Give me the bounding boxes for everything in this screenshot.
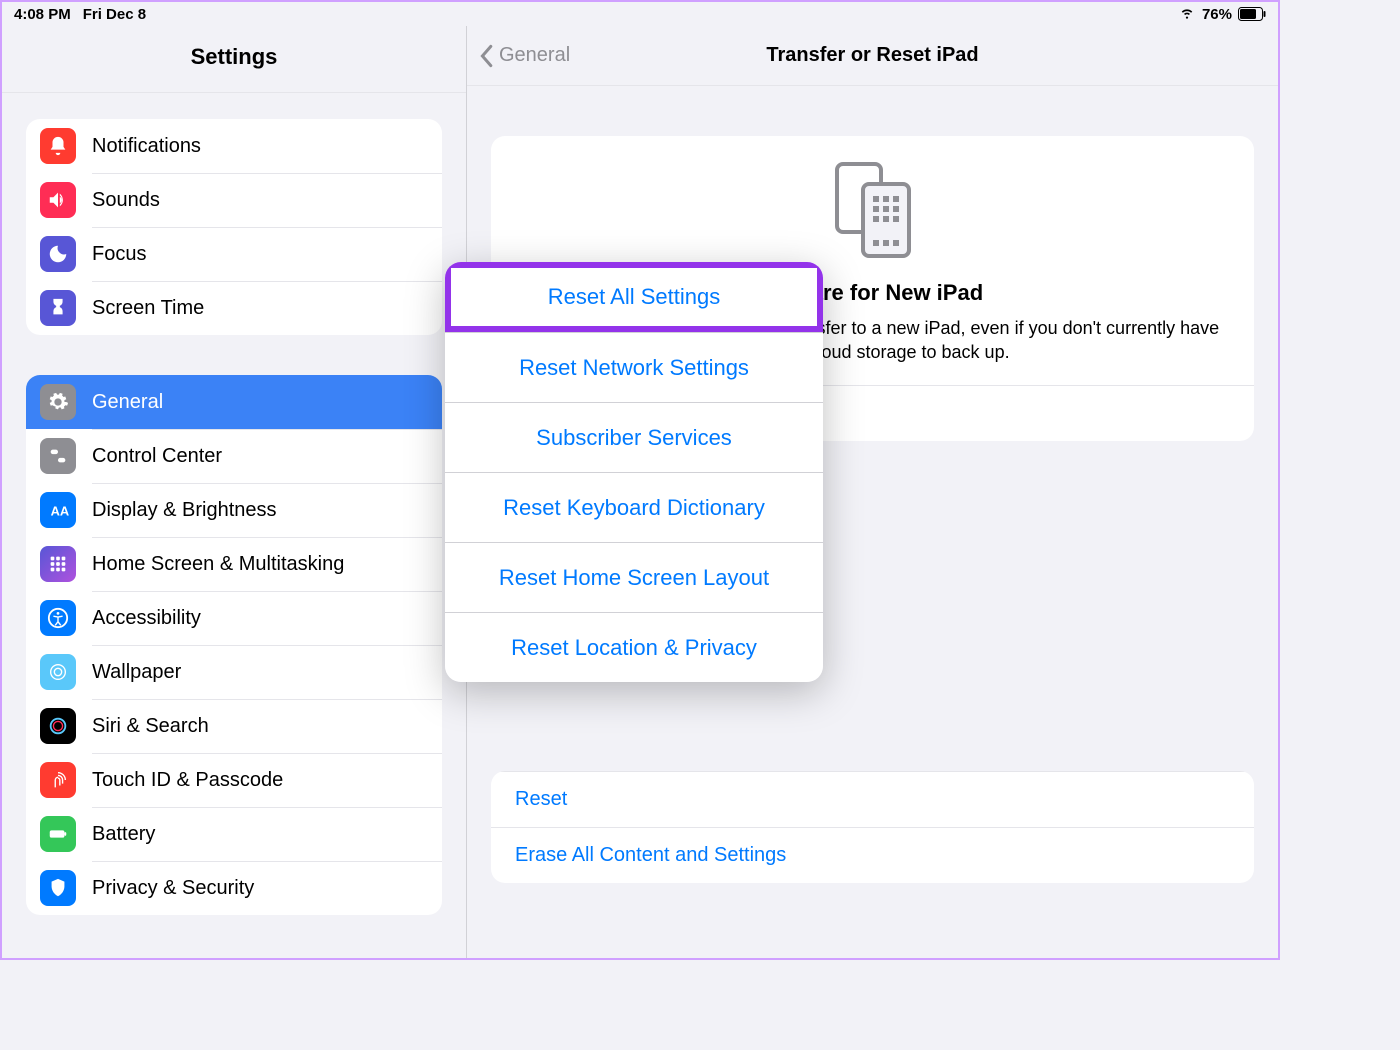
sidebar-item-touchid[interactable]: Touch ID & Passcode [26,753,442,807]
sidebar-item-focus[interactable]: Focus [26,227,442,281]
screentime-icon [40,290,76,326]
battery-percent: 76% [1202,6,1232,23]
battery-icon-setting [40,816,76,852]
back-button[interactable]: General [467,44,667,68]
sounds-icon [40,182,76,218]
sidebar-item-battery[interactable]: Battery [26,807,442,861]
battery-icon [1238,7,1266,21]
focus-icon [40,236,76,272]
notifications-icon [40,128,76,164]
controlcenter-icon [40,438,76,474]
sidebar-item-homescreen[interactable]: Home Screen & Multitasking [26,537,442,591]
reset-button[interactable]: Reset [491,771,1254,827]
reset-location-privacy-button[interactable]: Reset Location & Privacy [445,612,823,682]
sidebar-item-siri[interactable]: Siri & Search [26,699,442,753]
device-illustration-icon [515,160,1230,260]
subscriber-services-button[interactable]: Subscriber Services [445,402,823,472]
status-bar: 4:08 PM Fri Dec 8 76% [2,2,1278,26]
reset-network-settings-button[interactable]: Reset Network Settings [445,332,823,402]
display-icon: AA [40,492,76,528]
reset-home-screen-layout-button[interactable]: Reset Home Screen Layout [445,542,823,612]
general-icon [40,384,76,420]
sidebar-item-display[interactable]: AA Display & Brightness [26,483,442,537]
siri-icon [40,708,76,744]
touchid-icon [40,762,76,798]
sidebar-item-wallpaper[interactable]: Wallpaper [26,645,442,699]
reset-popover: Reset All Settings Reset Network Setting… [445,262,823,682]
sidebar-item-accessibility[interactable]: Accessibility [26,591,442,645]
homescreen-icon [40,546,76,582]
sidebar-title: Settings [2,26,466,93]
sidebar-item-screentime[interactable]: Screen Time [26,281,442,335]
reset-all-settings-button[interactable]: Reset All Settings [445,262,823,332]
erase-all-button[interactable]: Erase All Content and Settings [491,827,1254,883]
sidebar-item-controlcenter[interactable]: Control Center [26,429,442,483]
settings-sidebar: Settings Notifications Sounds Focus Scre… [2,26,467,958]
sidebar-item-general[interactable]: General [26,375,442,429]
detail-pane: General Transfer or Reset iPad [467,26,1278,958]
sidebar-item-sounds[interactable]: Sounds [26,173,442,227]
svg-text:AA: AA [51,504,69,519]
status-time: 4:08 PM [14,6,71,23]
reset-keyboard-dictionary-button[interactable]: Reset Keyboard Dictionary [445,472,823,542]
privacy-icon [40,870,76,906]
wifi-icon [1178,3,1196,25]
accessibility-icon [40,600,76,636]
sidebar-item-notifications[interactable]: Notifications [26,119,442,173]
wallpaper-icon [40,654,76,690]
sidebar-item-privacy[interactable]: Privacy & Security [26,861,442,915]
status-date: Fri Dec 8 [83,6,146,23]
